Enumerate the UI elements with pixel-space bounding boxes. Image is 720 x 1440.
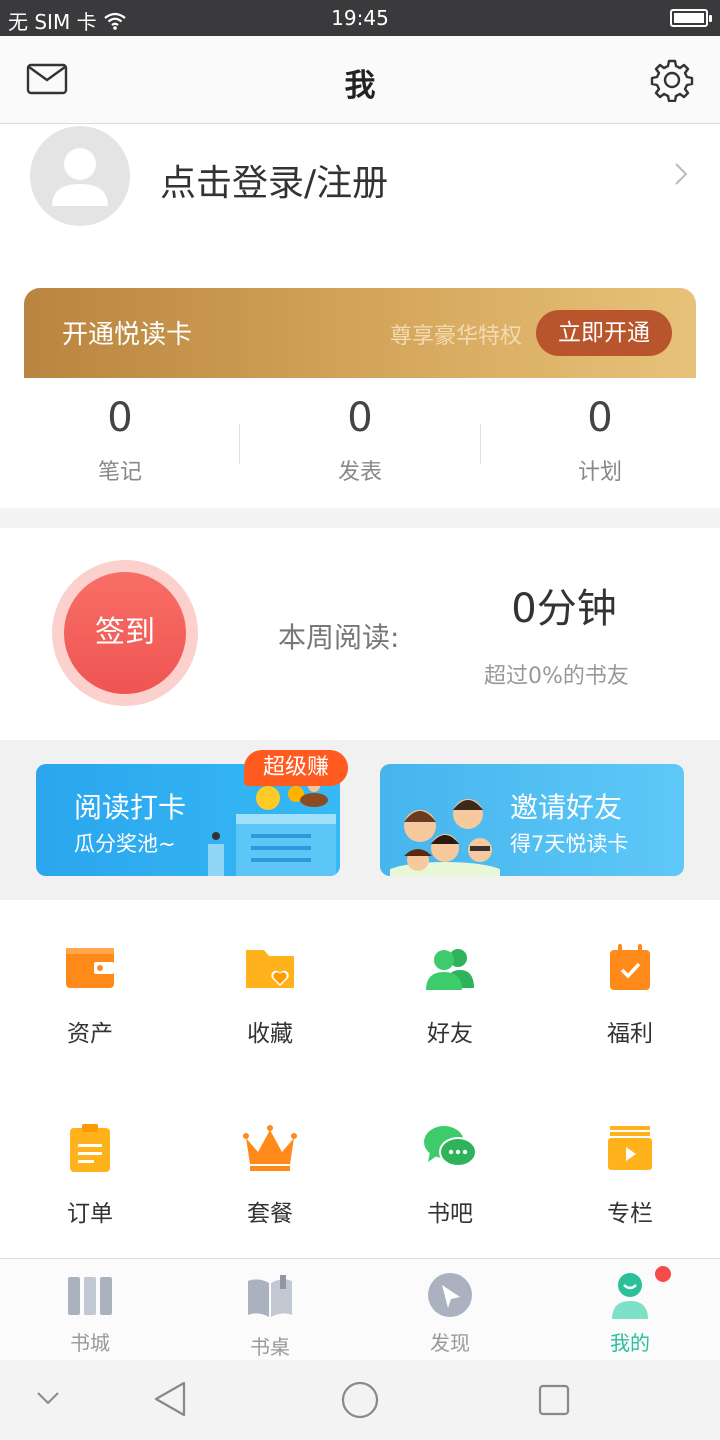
weekly-reading-label: 本周阅读: bbox=[278, 621, 400, 654]
invite-friends-banner[interactable]: 邀请好友 得7天悦读卡 bbox=[380, 764, 684, 876]
login-register-link[interactable]: 点击登录/注册 bbox=[160, 154, 388, 206]
menu-item-packages[interactable]: 套餐 bbox=[180, 1080, 360, 1240]
open-book-icon bbox=[248, 1275, 292, 1317]
menu-item-columns[interactable]: 专栏 bbox=[540, 1080, 720, 1240]
crown-icon bbox=[243, 1125, 297, 1171]
menu-item-orders[interactable]: 订单 bbox=[0, 1080, 180, 1240]
feature-grid: 资产 收藏 好友 福利 订单 套餐 书吧 专栏 bbox=[0, 900, 720, 1258]
battery-icon bbox=[670, 9, 712, 27]
banner-title: 阅读打卡 bbox=[74, 791, 187, 824]
top-bar: 我 bbox=[0, 36, 720, 124]
stat-label: 笔记 bbox=[97, 460, 142, 485]
page-title: 我 bbox=[344, 68, 376, 104]
stat-label: 计划 bbox=[577, 460, 622, 485]
stat-value: 0 bbox=[347, 395, 373, 441]
menu-label: 福利 bbox=[607, 1021, 653, 1047]
video-column-icon bbox=[608, 1126, 652, 1170]
friends-illustration bbox=[390, 799, 500, 876]
wallet-icon bbox=[66, 948, 114, 988]
menu-item-friends[interactable]: 好友 bbox=[360, 900, 540, 1060]
tab-mine[interactable]: 我的 bbox=[540, 1259, 720, 1361]
super-earn-badge: 超级赚 bbox=[244, 750, 348, 786]
home-icon[interactable] bbox=[340, 1380, 380, 1420]
menu-label: 书吧 bbox=[427, 1201, 473, 1227]
tab-desk[interactable]: 书桌 bbox=[180, 1259, 360, 1361]
stat-notes[interactable]: 0 笔记 bbox=[0, 394, 240, 486]
promo-banners: 阅读打卡 瓜分奖池~ 超级赚 邀请好友 得7天悦读卡 bbox=[0, 740, 720, 900]
banner-subtitle: 瓜分奖池~ bbox=[74, 832, 176, 856]
tab-label: 书城 bbox=[70, 1331, 110, 1355]
stat-label: 发表 bbox=[337, 460, 382, 485]
vip-subtitle: 尊享豪华特权 bbox=[389, 324, 522, 349]
menu-item-assets[interactable]: 资产 bbox=[0, 900, 180, 1060]
menu-item-book-bar[interactable]: 书吧 bbox=[360, 1080, 540, 1240]
chevron-right-icon[interactable] bbox=[674, 162, 688, 186]
menu-item-benefits[interactable]: 福利 bbox=[540, 900, 720, 1060]
menu-item-favorites[interactable]: 收藏 bbox=[180, 900, 360, 1060]
friends-icon bbox=[426, 949, 474, 990]
gear-icon[interactable] bbox=[650, 58, 694, 102]
user-icon bbox=[612, 1273, 648, 1319]
stat-plans[interactable]: 0 计划 bbox=[480, 394, 720, 486]
stat-posts[interactable]: 0 发表 bbox=[240, 394, 480, 486]
menu-label: 收藏 bbox=[247, 1021, 293, 1047]
checkin-button[interactable]: 签到 bbox=[64, 572, 186, 694]
stat-value: 0 bbox=[587, 395, 613, 441]
folder-heart-icon bbox=[246, 950, 294, 988]
menu-label: 好友 bbox=[427, 1021, 473, 1047]
calendar-check-icon bbox=[610, 944, 650, 990]
stats-row: 0 笔记 0 发表 0 计划 bbox=[0, 388, 720, 498]
chevron-down-icon[interactable] bbox=[36, 1390, 60, 1406]
banner-subtitle: 得7天悦读卡 bbox=[510, 832, 629, 856]
reading-rank-text: 超过0%的书友 bbox=[484, 664, 629, 689]
status-bar: 无 SIM 卡 19:45 bbox=[0, 0, 720, 36]
vip-title: 开通悦读卡 bbox=[62, 320, 193, 350]
menu-label: 订单 bbox=[67, 1201, 113, 1227]
bottom-tab-bar: 书城 书桌 发现 我的 bbox=[0, 1258, 720, 1360]
system-nav-bar bbox=[0, 1360, 720, 1440]
default-user-icon bbox=[52, 148, 108, 206]
tab-label: 发现 bbox=[430, 1331, 470, 1355]
recents-icon[interactable] bbox=[538, 1384, 570, 1416]
menu-label: 资产 bbox=[67, 1021, 113, 1047]
back-icon[interactable] bbox=[152, 1380, 188, 1418]
profile-section: 点击登录/注册 开通悦读卡 尊享豪华特权 立即开通 0 笔记 0 发表 0 计划 bbox=[0, 124, 720, 508]
banner-title: 邀请好友 bbox=[510, 791, 623, 824]
clock: 19:45 bbox=[331, 6, 389, 30]
vip-card-banner[interactable]: 开通悦读卡 尊享豪华特权 立即开通 bbox=[24, 288, 696, 378]
checkin-section: 签到 本周阅读: 0分钟 超过0%的书友 bbox=[0, 528, 720, 740]
menu-label: 套餐 bbox=[247, 1201, 293, 1227]
tab-label: 我的 bbox=[610, 1331, 650, 1355]
chat-bubbles-icon bbox=[424, 1126, 477, 1167]
stat-value: 0 bbox=[107, 395, 133, 441]
menu-label: 专栏 bbox=[607, 1201, 653, 1227]
tab-discover[interactable]: 发现 bbox=[360, 1259, 540, 1361]
clipboard-icon bbox=[70, 1124, 110, 1172]
bookshelf-icon bbox=[68, 1277, 112, 1315]
open-vip-button[interactable]: 立即开通 bbox=[536, 310, 672, 356]
notification-dot bbox=[655, 1266, 671, 1282]
tab-label: 书桌 bbox=[250, 1335, 290, 1359]
weekly-reading-minutes: 0分钟 bbox=[511, 586, 617, 632]
avatar[interactable] bbox=[30, 126, 130, 226]
compass-icon bbox=[428, 1273, 472, 1317]
tab-bookstore[interactable]: 书城 bbox=[0, 1259, 180, 1361]
